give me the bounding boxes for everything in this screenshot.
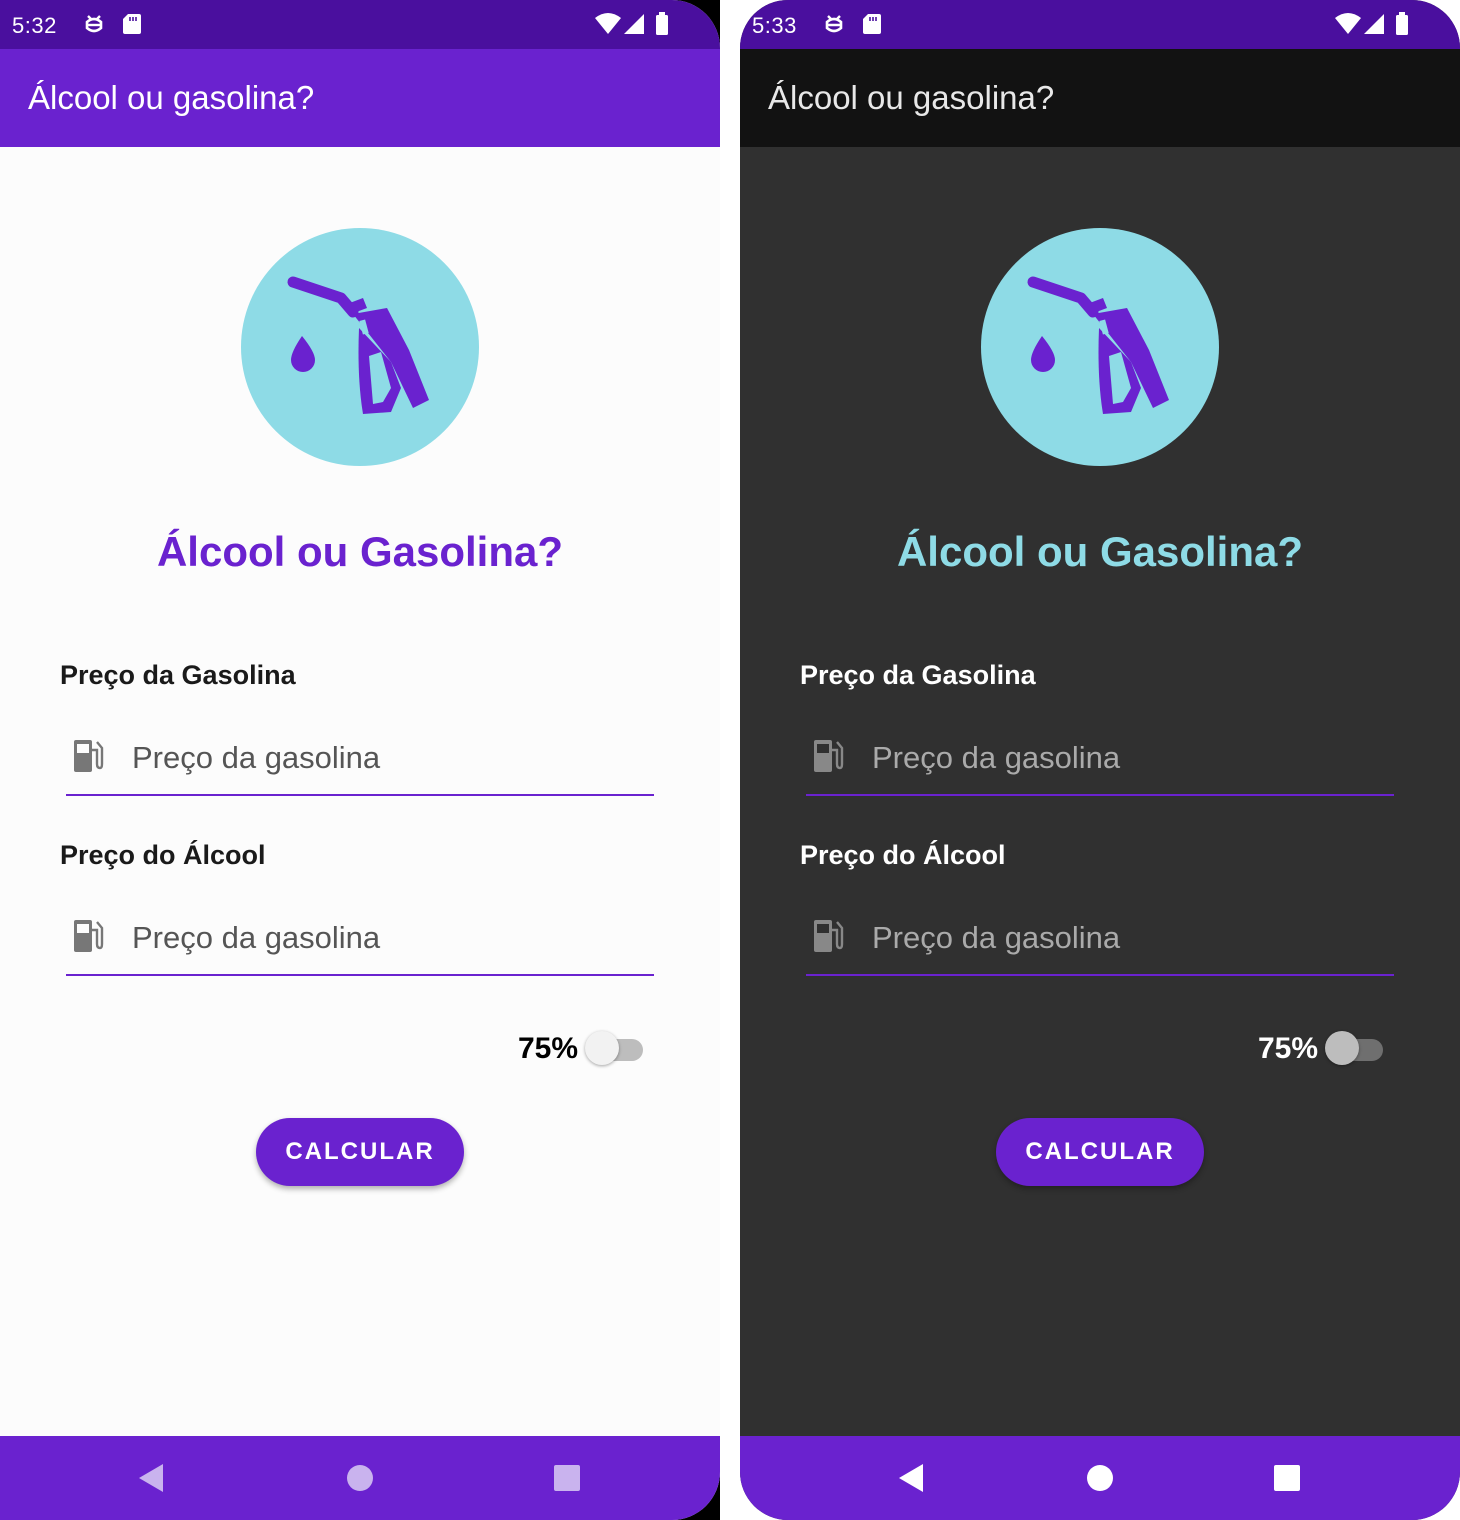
phone-dark-screen: 5:33 Álcool ou gasolina? Álcool ou Gasol…	[740, 0, 1460, 1520]
alcohol-price-field	[66, 904, 654, 976]
calculate-button[interactable]: CALCULAR	[996, 1118, 1204, 1186]
back-icon[interactable]	[897, 1462, 925, 1494]
battery-icon	[656, 12, 668, 35]
fuel-nozzle-icon	[287, 276, 429, 414]
logo	[241, 228, 479, 466]
app-title: Álcool ou gasolina?	[28, 79, 315, 116]
page-heading: Álcool ou Gasolina?	[156, 528, 564, 575]
phone-light-screen: 5:32 Álcool ou gasolina? Álcool ou Gasol…	[0, 0, 720, 1520]
page-heading: Álcool ou Gasolina?	[896, 528, 1304, 575]
recents-icon[interactable]	[553, 1462, 581, 1494]
navigation-bar	[740, 1436, 1460, 1520]
status-bar: 5:32	[0, 0, 720, 49]
alcohol-price-label: Preço do Álcool	[60, 840, 266, 870]
alcohol-price-input[interactable]	[130, 912, 634, 964]
app-bar: Álcool ou gasolina?	[0, 49, 720, 147]
status-bar: 5:33	[740, 0, 1460, 49]
calculate-button[interactable]: CALCULAR	[256, 1118, 464, 1186]
percentage-toggle[interactable]	[1325, 1030, 1385, 1068]
app-bar: Álcool ou gasolina?	[740, 49, 1460, 147]
wifi-icon	[1335, 13, 1361, 34]
alcohol-price-label: Preço do Álcool	[800, 840, 1006, 870]
gas-pump-icon	[814, 920, 844, 952]
wifi-icon	[595, 13, 621, 34]
signal-icon	[1364, 14, 1384, 34]
gasoline-price-field	[66, 724, 654, 796]
home-icon[interactable]	[1086, 1462, 1114, 1494]
alcohol-price-input[interactable]	[870, 912, 1374, 964]
gasoline-price-label: Preço da Gasolina	[60, 660, 296, 690]
navigation-bar	[0, 1436, 720, 1520]
back-icon[interactable]	[137, 1462, 165, 1494]
switch-label: 75%	[518, 1032, 579, 1065]
gasoline-price-label: Preço da Gasolina	[800, 660, 1036, 690]
sd-card-icon	[123, 14, 141, 34]
home-icon[interactable]	[346, 1462, 374, 1494]
gasoline-price-field	[806, 724, 1394, 796]
gasoline-price-input[interactable]	[130, 732, 634, 784]
status-time: 5:32	[12, 13, 57, 38]
debug-icon	[825, 15, 843, 33]
recents-icon[interactable]	[1273, 1462, 1301, 1494]
gas-pump-icon	[814, 740, 844, 772]
debug-icon	[85, 15, 103, 33]
sd-card-icon	[863, 14, 881, 34]
alcohol-price-field	[806, 904, 1394, 976]
app-title: Álcool ou gasolina?	[768, 79, 1055, 116]
status-time: 5:33	[752, 13, 797, 38]
battery-icon	[1396, 12, 1408, 35]
screen-gap	[720, 0, 740, 1520]
logo	[981, 228, 1219, 466]
gas-pump-icon	[74, 920, 104, 952]
fuel-nozzle-icon	[1027, 276, 1169, 414]
gasoline-price-input[interactable]	[870, 732, 1374, 784]
switch-label: 75%	[1258, 1032, 1319, 1065]
signal-icon	[624, 14, 644, 34]
gas-pump-icon	[74, 740, 104, 772]
toggle-thumb	[585, 1031, 619, 1065]
toggle-thumb	[1325, 1031, 1359, 1065]
percentage-toggle[interactable]	[585, 1030, 645, 1068]
